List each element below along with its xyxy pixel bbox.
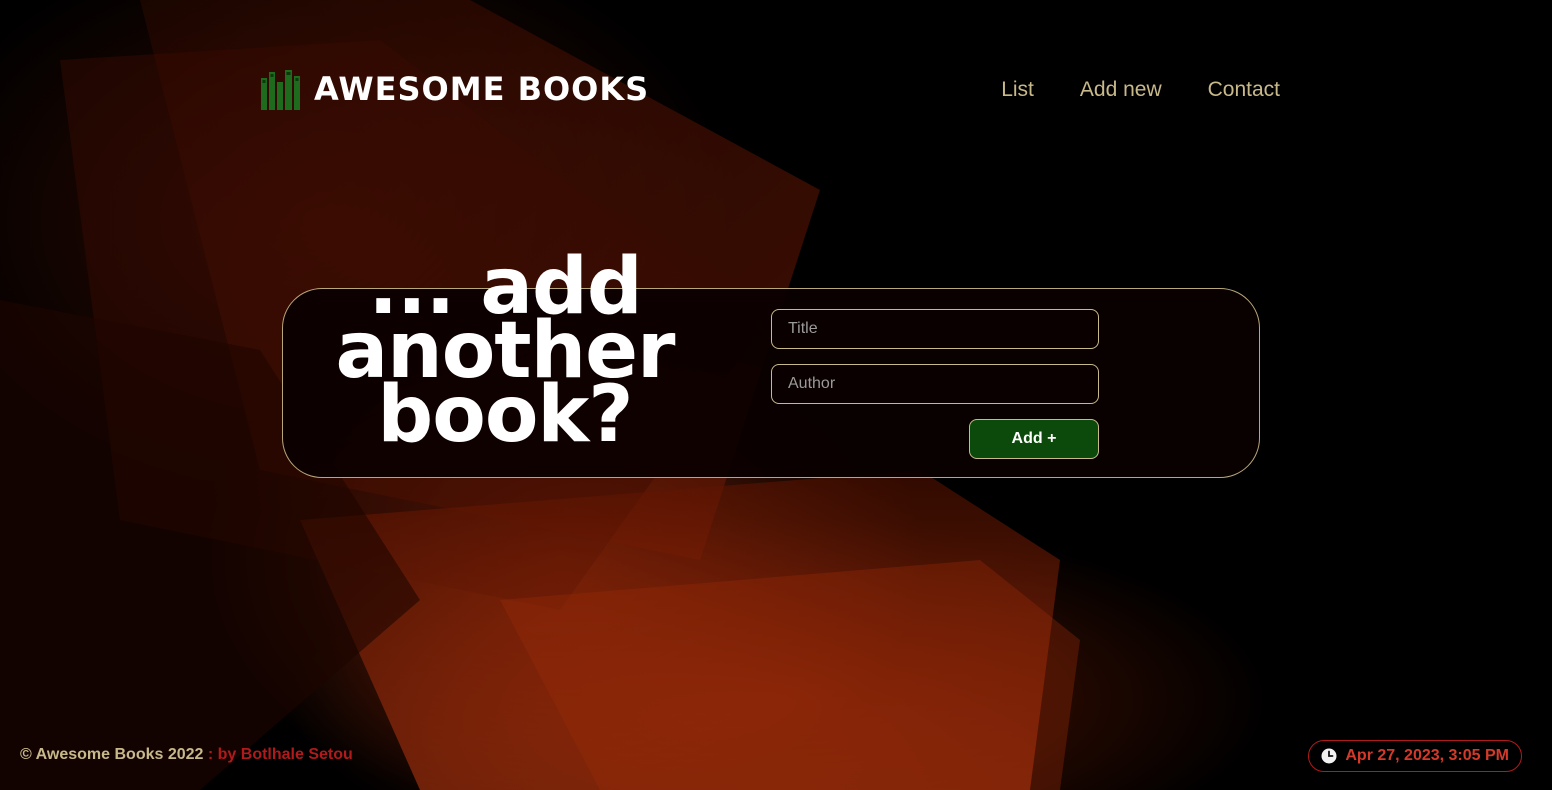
clock-icon [1321, 748, 1337, 764]
main-nav: List Add new Contact [1001, 78, 1280, 102]
author-credit: : by Botlhale Setou [203, 746, 353, 763]
author-input[interactable] [771, 364, 1099, 404]
add-book-headline: ... add another book? [335, 242, 676, 460]
datetime-badge: Apr 27, 2023, 3:05 PM [1308, 740, 1522, 772]
add-book-form: ... add another book? Add + [282, 248, 1260, 478]
title-input[interactable] [771, 309, 1099, 349]
nav-contact-link[interactable]: Contact [1208, 78, 1280, 102]
books-icon [261, 70, 300, 110]
add-book-button[interactable]: Add + [969, 419, 1099, 459]
copyright-text: © Awesome Books 2022 : by Botlhale Setou [20, 746, 353, 764]
datetime-text: Apr 27, 2023, 3:05 PM [1345, 747, 1509, 764]
site-footer: © Awesome Books 2022 : by Botlhale Setou… [0, 730, 1552, 790]
copyright-label: © Awesome Books 2022 [20, 746, 204, 763]
page: Awesome Books List Add new Contact ... a… [0, 0, 1552, 790]
nav-list-link[interactable]: List [1001, 78, 1034, 102]
logo[interactable]: Awesome Books [260, 68, 649, 110]
nav-add-new-link[interactable]: Add new [1080, 78, 1162, 102]
site-header: Awesome Books List Add new Contact [0, 0, 1552, 190]
logo-text: Awesome Books [314, 70, 650, 108]
